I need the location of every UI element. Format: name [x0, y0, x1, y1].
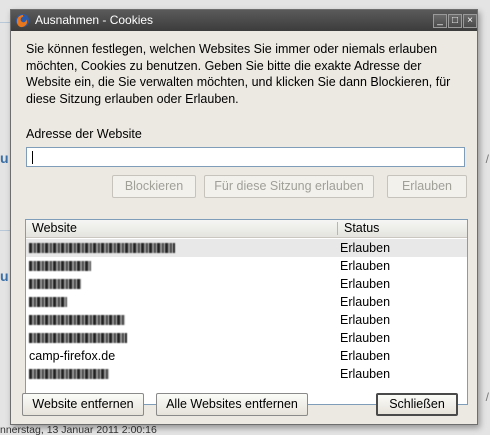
column-header-website[interactable]: Website: [32, 221, 77, 235]
dialog-content: Sie können festlegen, welchen Websites S…: [11, 31, 477, 424]
table-row[interactable]: Erlauben: [26, 239, 467, 257]
firefox-icon: [15, 13, 30, 28]
allow-button[interactable]: Erlauben: [387, 175, 467, 198]
status-cell: Erlauben: [340, 367, 391, 381]
exceptions-table[interactable]: Website Status Erlauben Erlauben Erlauben E…: [25, 219, 468, 405]
website-cell: [29, 367, 109, 382]
status-cell: Erlauben: [340, 349, 391, 363]
text-caret: [32, 151, 33, 164]
minimize-button[interactable]: _: [433, 14, 447, 28]
address-input[interactable]: [26, 147, 465, 167]
background-fragment: u: [0, 150, 9, 166]
table-row[interactable]: Erlauben: [26, 311, 467, 329]
intro-text: Sie können festlegen, welchen Websites S…: [26, 42, 451, 106]
redacted-website: [29, 315, 125, 325]
cookie-exceptions-dialog: Ausnahmen - Cookies _ □ × Sie können fes…: [10, 9, 478, 425]
column-header-status[interactable]: Status: [344, 221, 379, 235]
redacted-website: [29, 333, 127, 343]
status-cell: Erlauben: [340, 295, 391, 309]
website-cell: [29, 331, 127, 346]
website-cell: [29, 241, 175, 256]
status-cell: Erlauben: [340, 259, 391, 273]
background-fragment: /: [485, 152, 489, 166]
status-cell: Erlauben: [340, 241, 391, 255]
background-fragment: /: [485, 390, 489, 404]
background-fragment: u: [0, 268, 9, 284]
website-cell: [29, 313, 125, 328]
website-cell: [29, 295, 67, 310]
website-cell: camp-firefox.de: [29, 349, 116, 363]
maximize-button[interactable]: □: [448, 14, 462, 28]
redacted-website: [29, 369, 109, 379]
redacted-website: [29, 243, 175, 253]
title-bar[interactable]: Ausnahmen - Cookies _ □ ×: [11, 10, 477, 31]
table-row[interactable]: Erlauben: [26, 293, 467, 311]
block-button[interactable]: Blockieren: [112, 175, 196, 198]
status-cell: Erlauben: [340, 277, 391, 291]
table-row[interactable]: camp-firefox.de Erlauben: [26, 347, 467, 365]
redacted-website: [29, 261, 91, 271]
redacted-website: [29, 279, 81, 289]
table-header: Website Status: [26, 220, 467, 238]
website-cell: [29, 259, 91, 274]
redacted-website: [29, 297, 67, 307]
status-cell: Erlauben: [340, 331, 391, 345]
website-cell: [29, 277, 81, 292]
table-row[interactable]: Erlauben: [26, 329, 467, 347]
close-window-button[interactable]: ×: [463, 14, 477, 28]
status-cell: Erlauben: [340, 313, 391, 327]
table-row[interactable]: Erlauben: [26, 275, 467, 293]
remove-website-button[interactable]: Website entfernen: [22, 393, 144, 416]
column-separator[interactable]: [337, 222, 338, 235]
window-title: Ausnahmen - Cookies: [35, 13, 154, 27]
table-row[interactable]: Erlauben: [26, 257, 467, 275]
remove-all-websites-button[interactable]: Alle Websites entfernen: [156, 393, 308, 416]
close-button[interactable]: Schließen: [376, 393, 458, 416]
address-label: Adresse der Website: [26, 127, 142, 141]
table-row[interactable]: Erlauben: [26, 365, 467, 383]
background-footer-text: nnerstag, 13 Januar 2011 2:00:16: [0, 424, 157, 435]
allow-session-button[interactable]: Für diese Sitzung erlauben: [204, 175, 374, 198]
